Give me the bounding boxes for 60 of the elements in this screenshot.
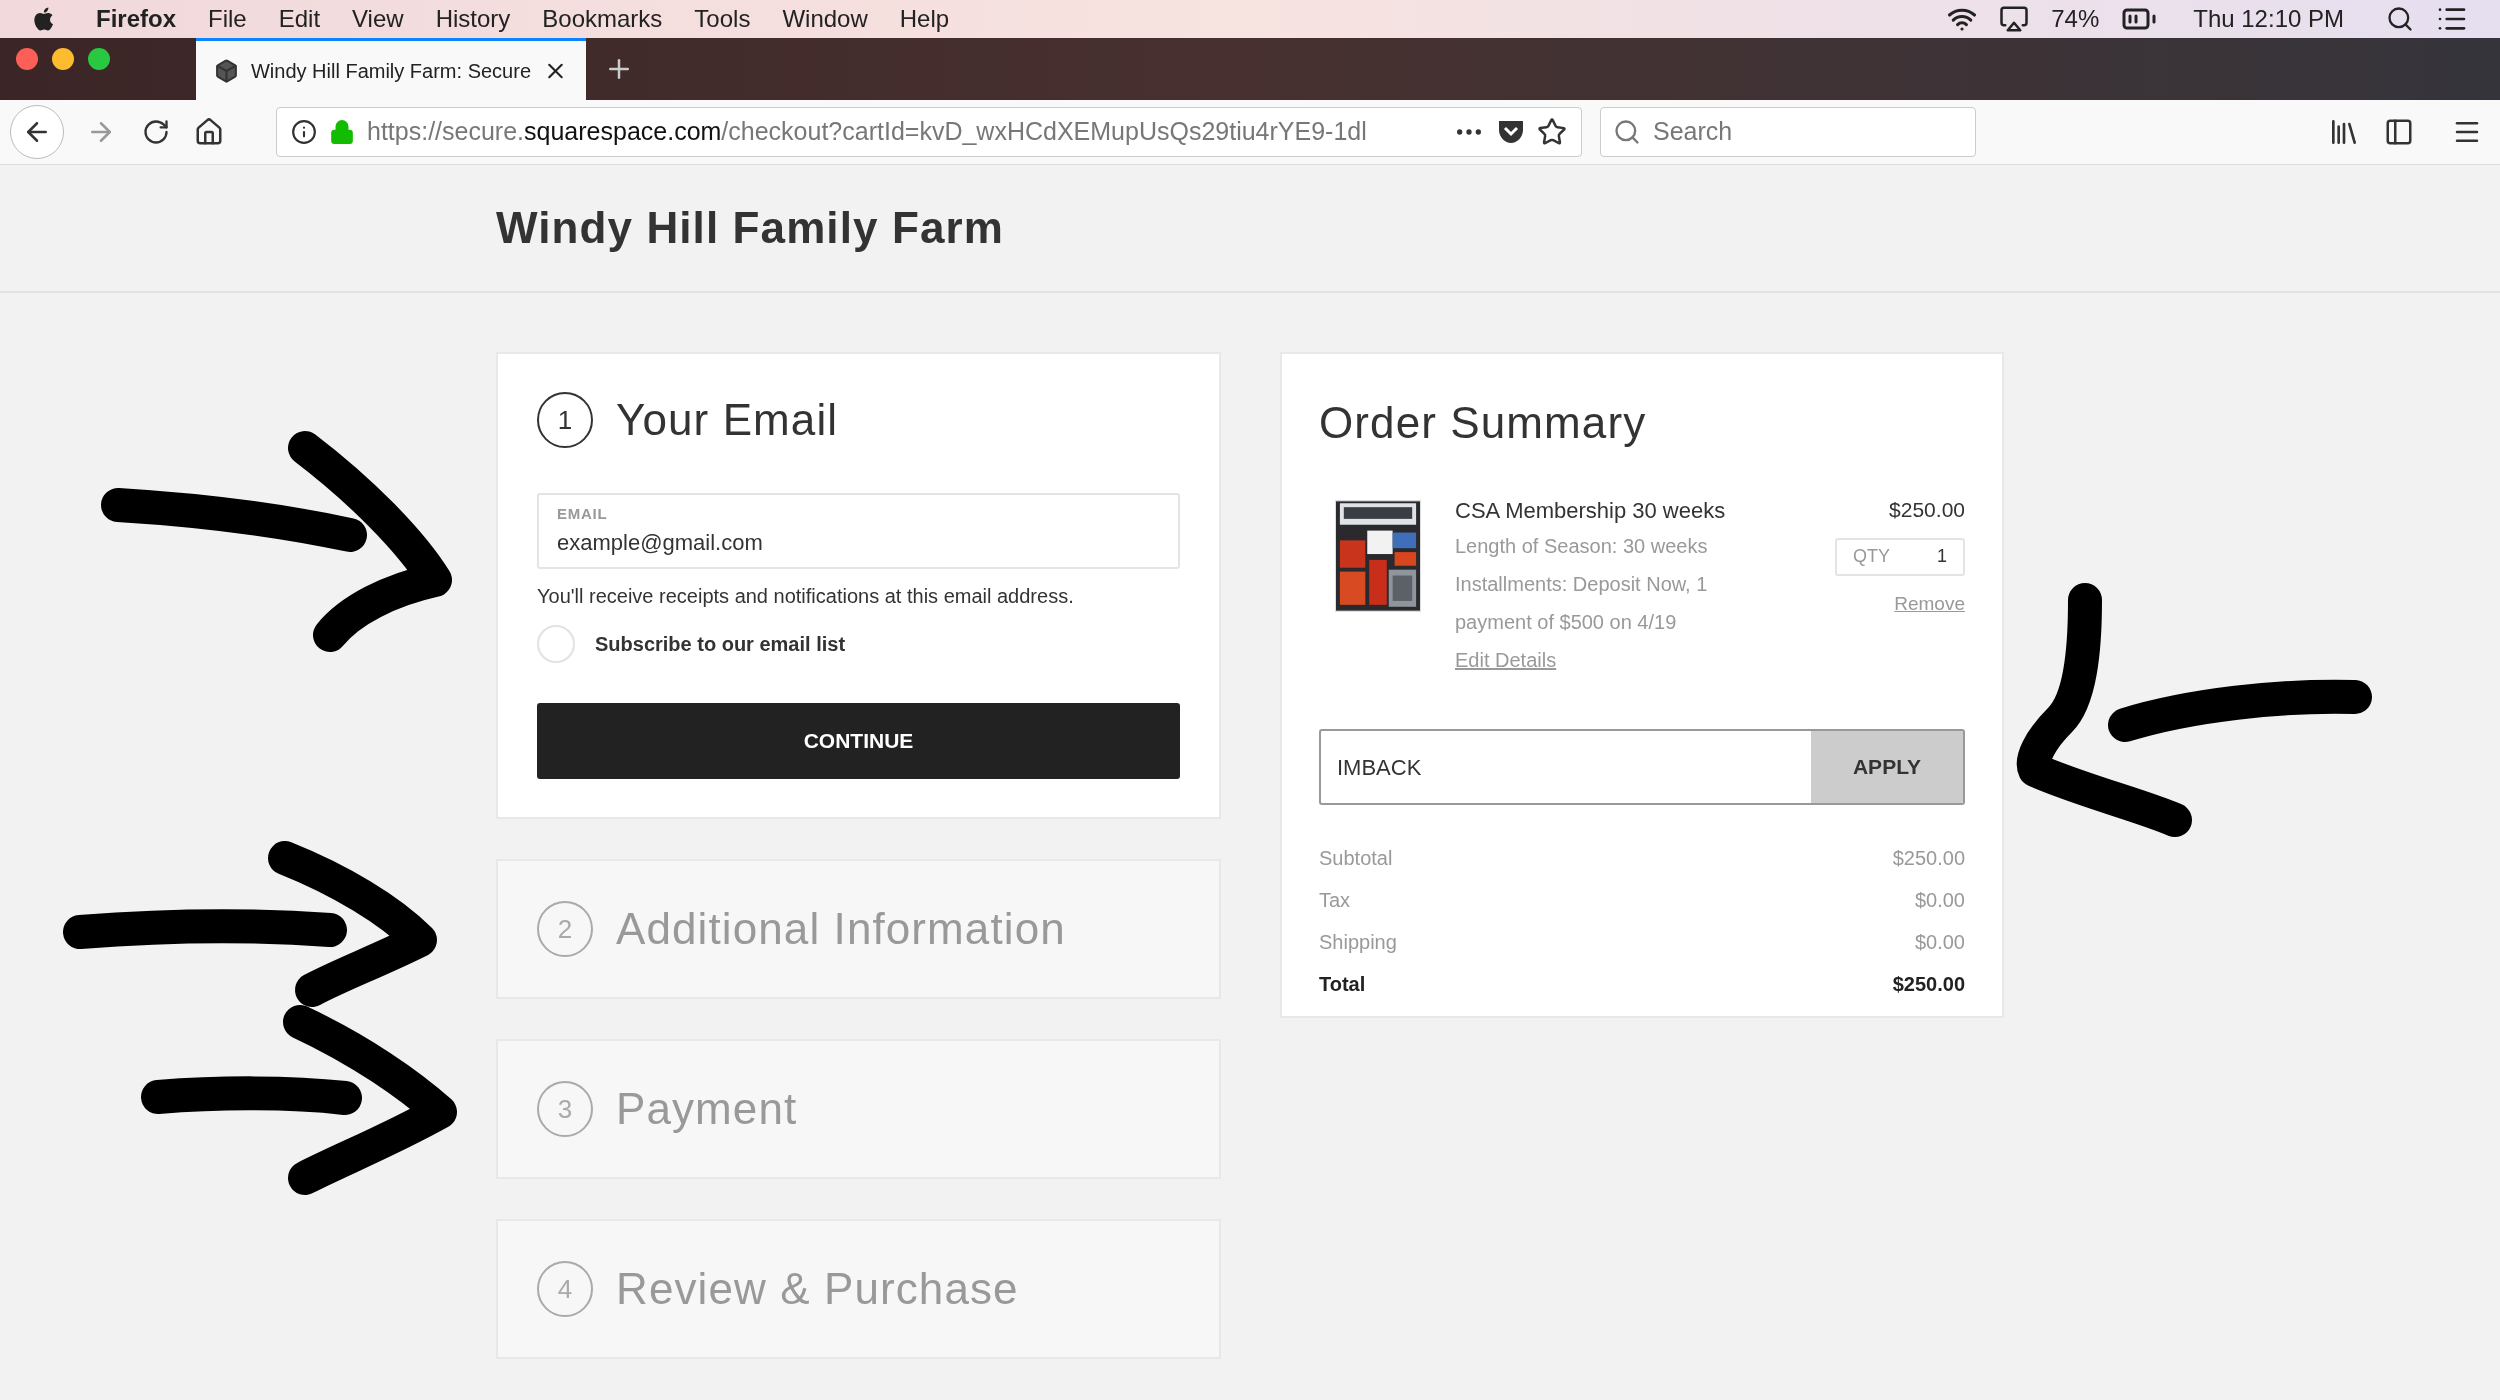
battery-percent: 74% — [2051, 4, 2100, 34]
product-price: $250.00 — [1889, 497, 1965, 523]
totals-label: Tax — [1319, 888, 1351, 913]
menu-item[interactable]: File — [208, 1, 247, 37]
product-detail: Length of Season: 30 weeks — [1455, 534, 1709, 559]
step-title: Payment — [616, 1083, 798, 1135]
url-bar[interactable]: https://secure.squarespace.com/checkout?cartId=kvD_wxHCdXEMupUsQs29tiu4rYE9-1dl — [276, 107, 1582, 157]
zoom-window-control[interactable] — [88, 48, 110, 70]
tab-title: Windy Hill Family Farm: Secure — [250, 58, 531, 84]
step-number: 3 — [537, 1081, 593, 1137]
step-number: 4 — [537, 1261, 593, 1317]
spotlight-search-icon[interactable] — [2386, 5, 2414, 33]
menu-item[interactable]: Bookmarks — [542, 1, 663, 37]
bookmark-star-icon[interactable] — [1537, 117, 1567, 147]
airplay-icon — [1999, 4, 2030, 34]
totals-value: $0.00 — [1914, 888, 1965, 913]
step-title: Review & Purchase — [616, 1263, 1019, 1315]
step-title: Additional Information — [616, 903, 1066, 955]
email-field[interactable]: EMAIL example@gmail.com — [537, 493, 1180, 569]
step-number: 1 — [537, 392, 593, 448]
site-title[interactable]: Windy Hill Family Farm — [496, 195, 1004, 261]
totals-value: $250.00 — [1892, 846, 1965, 871]
search-field[interactable]: Search — [1600, 107, 1976, 157]
search-icon — [1613, 118, 1641, 146]
quantity-field[interactable]: QTY 1 — [1835, 537, 1965, 576]
close-window-control[interactable] — [16, 48, 38, 70]
menu-item[interactable]: Window — [782, 1, 868, 37]
info-icon — [291, 119, 317, 145]
continue-button[interactable]: CONTINUE — [537, 703, 1180, 779]
step-title: Your Email — [616, 394, 839, 446]
totals-label: Shipping — [1319, 930, 1397, 955]
minimize-window-control[interactable] — [52, 48, 74, 70]
apple-logo-icon — [32, 6, 54, 32]
back-button[interactable] — [10, 105, 64, 159]
product-detail: Installments: Deposit Now, 1 payment of $500 on 4/19 — [1455, 572, 1709, 635]
totals-value: $250.00 — [1892, 972, 1965, 997]
step-number: 2 — [537, 901, 593, 957]
url-text: https://secure.squarespace.com/checkout?cartId=kvD_wxHCdXEMupUsQs29tiu4rYE9-1dl — [367, 116, 1368, 148]
subscribe-checkbox[interactable] — [537, 625, 575, 663]
totals-label: Subtotal — [1319, 846, 1393, 871]
menu-item[interactable]: History — [435, 1, 511, 37]
cube-icon — [214, 57, 239, 84]
browser-tab[interactable]: Windy Hill Family Farm: Secure — [196, 38, 586, 100]
order-summary-title: Order Summary — [1319, 397, 1648, 449]
totals-value: $0.00 — [1914, 930, 1965, 955]
shield-icon[interactable] — [1497, 119, 1525, 145]
menu-app-name[interactable]: Firefox — [96, 1, 176, 37]
reload-icon[interactable] — [142, 118, 170, 146]
email-note: You'll receive receipts and notifications at this email address. — [537, 584, 1075, 609]
menu-item[interactable]: Help — [899, 1, 950, 37]
menu-item[interactable]: Tools — [694, 1, 751, 37]
product-name: CSA Membership 30 weeks — [1455, 497, 1727, 525]
sidebar-icon[interactable] — [2384, 117, 2414, 147]
lock-icon — [329, 119, 355, 145]
clock: Thu 12:10 PM — [2193, 4, 2344, 34]
menu-item[interactable]: View — [352, 1, 404, 37]
home-icon[interactable] — [194, 117, 224, 147]
menu-item[interactable]: Edit — [278, 1, 321, 37]
totals-label: Total — [1319, 972, 1366, 997]
subscribe-label[interactable]: Subscribe to our email list — [595, 629, 846, 659]
